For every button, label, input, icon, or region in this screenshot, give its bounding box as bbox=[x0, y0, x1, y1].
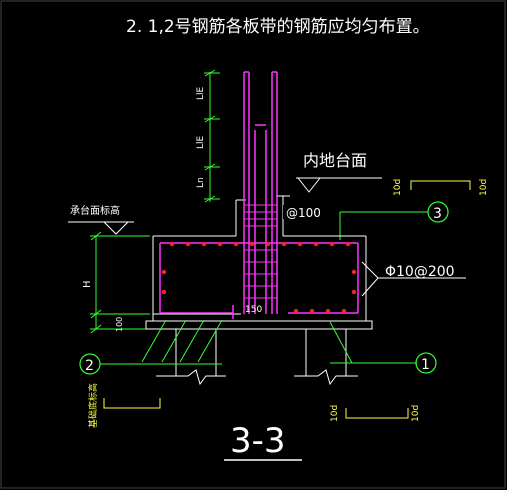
callout-2-number: 2 bbox=[85, 358, 94, 374]
lie-upper-label: LlE bbox=[196, 86, 206, 100]
ln-label: Ln bbox=[196, 177, 206, 188]
dim-150-label: 150 bbox=[245, 305, 262, 315]
top-10d-dimension bbox=[410, 180, 471, 190]
drawing-canvas: 2. 1,2号钢筋各板带的钢筋应均匀布置。 LlE LlE Ln 内地台面 @1… bbox=[0, 0, 507, 490]
section-drawing: 2. 1,2号钢筋各板带的钢筋应均匀布置。 LlE LlE Ln 内地台面 @1… bbox=[0, 0, 506, 489]
foundation-elevation-bracket bbox=[103, 398, 161, 409]
bottom-left-10d-label: 10d bbox=[330, 405, 340, 422]
section-label: 3-3 bbox=[230, 421, 286, 461]
top-left-10d-label: 10d bbox=[393, 179, 403, 196]
callout-3-number: 3 bbox=[433, 206, 442, 222]
bottom-10d-dimension bbox=[345, 408, 409, 419]
callout-3: 3 bbox=[339, 201, 449, 240]
hoop-rebar-label: Φ10@200 bbox=[385, 264, 455, 280]
callout-1-number: 1 bbox=[421, 357, 430, 373]
interior-ground-label: 内地台面 bbox=[303, 151, 367, 170]
bottom-right-10d-label: 10d bbox=[411, 405, 421, 422]
column-rebar bbox=[243, 71, 278, 314]
top-right-10d-label: 10d bbox=[479, 179, 489, 196]
left-pile bbox=[156, 329, 226, 386]
height-label: H bbox=[82, 280, 93, 288]
drawing-title: 2. 1,2号钢筋各板带的钢筋应均匀布置。 bbox=[126, 17, 430, 37]
bar-2-hatching bbox=[141, 319, 223, 363]
base-100-label: 100 bbox=[115, 317, 124, 332]
cap-rebar-dots bbox=[161, 241, 357, 314]
lie-lower-label: LlE bbox=[196, 135, 206, 149]
interior-ground-symbol bbox=[296, 177, 382, 193]
cap-top-elevation-label: 承台面标高 bbox=[70, 204, 120, 217]
foundation-elevation-label: 基础底标高 bbox=[87, 383, 99, 428]
stirrup-spacing-label: @100 bbox=[286, 206, 321, 220]
lie-dimension-line bbox=[204, 69, 220, 203]
